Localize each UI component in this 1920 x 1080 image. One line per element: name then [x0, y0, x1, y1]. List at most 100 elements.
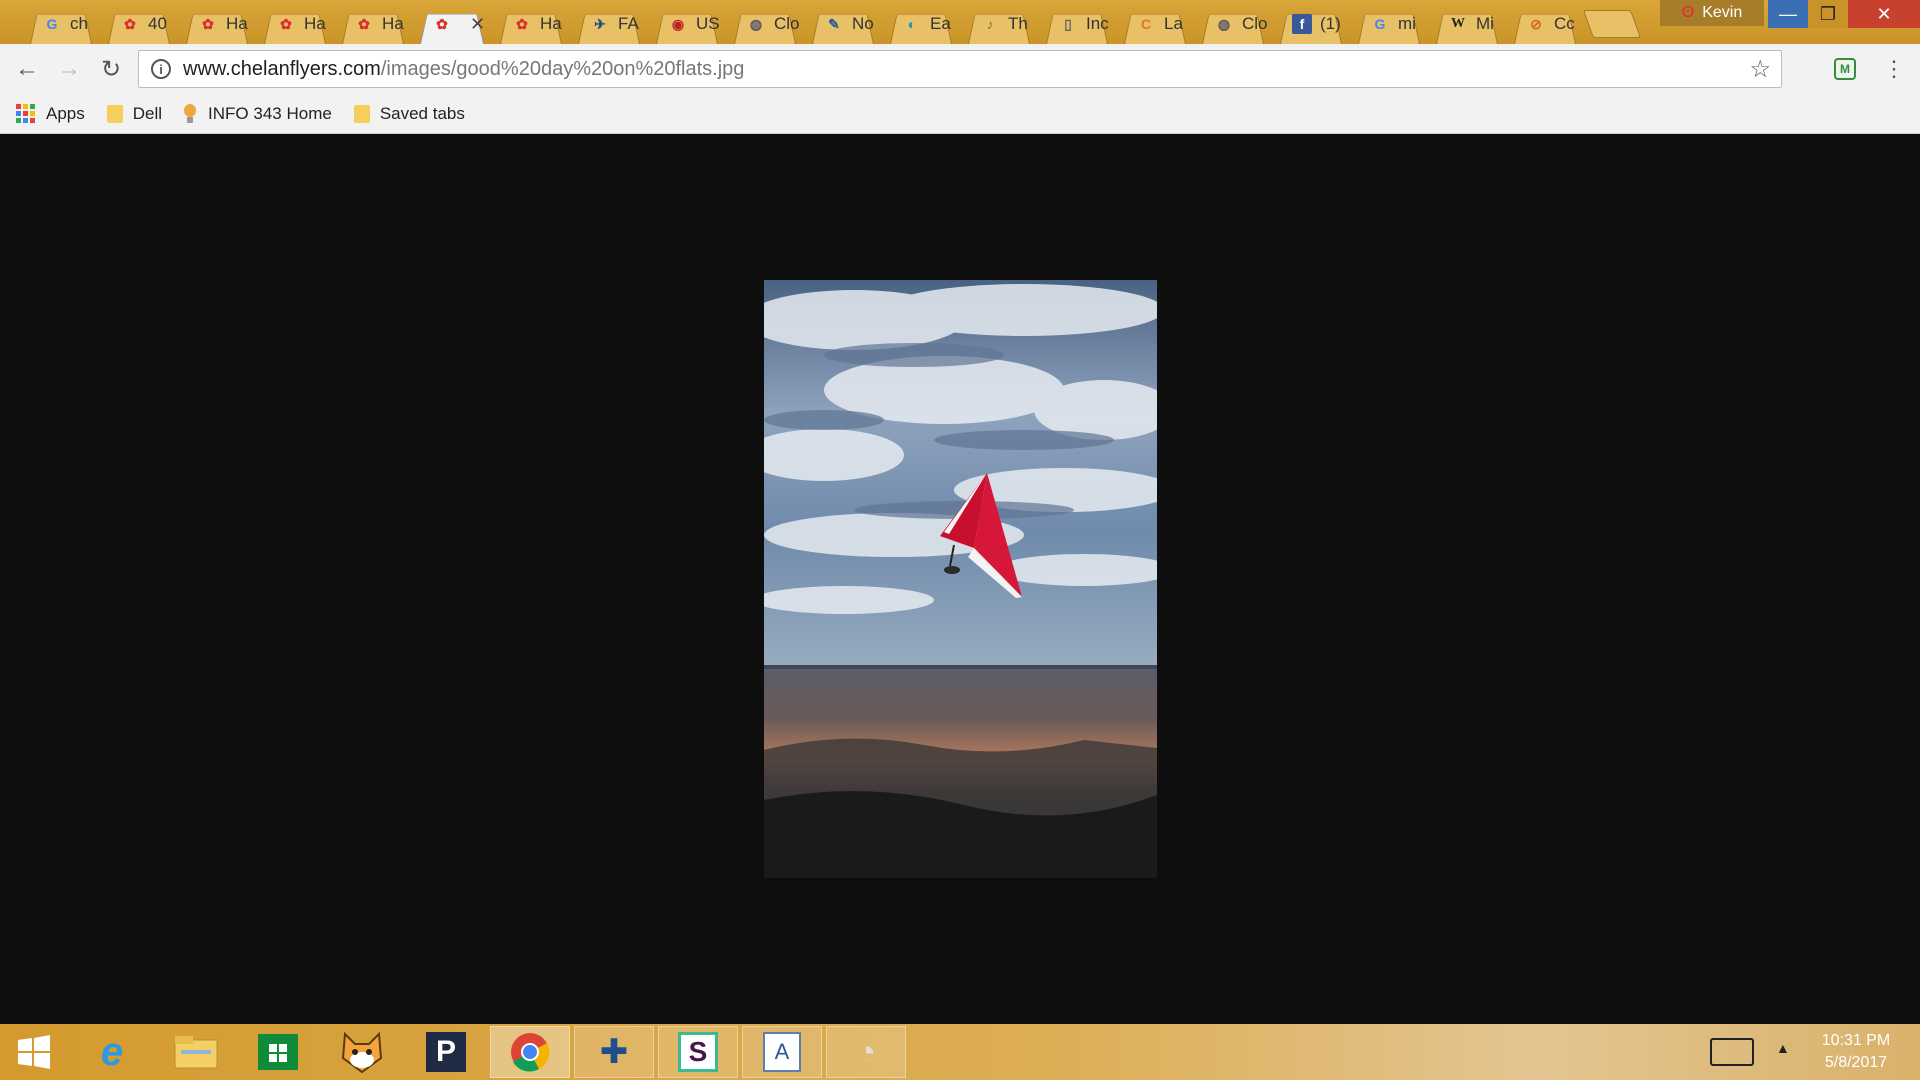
tab[interactable]: ⊘ Cc [1506, 4, 1584, 44]
tab[interactable]: ✿ Ha [256, 4, 334, 44]
tab[interactable]: ◐ Ea [882, 4, 960, 44]
tab-title: 40 [148, 14, 167, 33]
taskbar-slack[interactable]: S [658, 1026, 738, 1078]
tab[interactable]: ✿ Ha [334, 4, 412, 44]
bookmark-star-icon[interactable]: ☆ [1749, 55, 1771, 84]
taskbar-scratch[interactable] [322, 1026, 402, 1078]
pandora-icon: P [426, 1032, 466, 1072]
tab-active[interactable]: ✿ ✕ [412, 4, 492, 44]
leaf-icon: ⊘ [1530, 15, 1542, 32]
browser-window: G ch ✿ 40 ✿ Ha ✿ Ha ✿ Ha ✿ ✕ ✿ Ha ✈ FA ◉… [0, 0, 1920, 1080]
taskbar-ie[interactable]: e [72, 1026, 152, 1078]
tab-title: Ha [226, 14, 248, 33]
bookmark-dell[interactable]: Dell [106, 104, 162, 124]
tab[interactable]: ✈ FA [570, 4, 648, 44]
show-hidden-icons-icon[interactable]: ▲ [1776, 1040, 1790, 1056]
wikipedia-icon: W [1451, 16, 1465, 31]
google-icon: G [1374, 16, 1386, 32]
c-letter-icon: C [1140, 16, 1152, 32]
taskbar-tableau[interactable]: ✚ [574, 1026, 654, 1078]
system-clock[interactable]: 10:31 PM 5/8/2017 [1800, 1030, 1912, 1074]
tab[interactable]: ♪ Th [960, 4, 1038, 44]
back-button[interactable]: ← [12, 54, 42, 84]
globe-icon: ◍ [749, 15, 763, 32]
tab[interactable]: ◍ Clo [1194, 4, 1272, 44]
flower-icon: ✿ [280, 15, 292, 32]
toolbar: ← → ↻ i www.chelanflyers.com/images/good… [0, 44, 1920, 94]
tab-title: Ha [382, 14, 404, 33]
url-text[interactable]: www.chelanflyers.com/images/good%20day%2… [183, 58, 1749, 81]
profile-name: Kevin [1702, 4, 1743, 21]
close-window-button[interactable]: ✕ [1848, 0, 1920, 28]
url-path: /images/good%20day%20on%20flats.jpg [380, 57, 745, 80]
tab[interactable]: ▯ Inc [1038, 4, 1116, 44]
bookmark-apps[interactable]: Apps [16, 103, 85, 124]
tab-title: Ha [304, 14, 326, 33]
tab[interactable]: ✿ Ha [492, 4, 570, 44]
flower-icon: ✿ [358, 15, 370, 32]
facebook-icon: f [1292, 14, 1312, 34]
forward-button[interactable]: → [54, 54, 84, 84]
tab[interactable]: G mi [1350, 4, 1428, 44]
keyboard-icon[interactable] [1710, 1038, 1754, 1066]
new-tab-button[interactable] [1582, 10, 1642, 38]
tab-title: US [696, 14, 720, 33]
menu-icon[interactable]: ⋮ [1882, 54, 1906, 84]
flower-icon: ✿ [436, 15, 448, 32]
tab[interactable]: ✿ 40 [100, 4, 178, 44]
info-icon[interactable]: i [151, 59, 171, 79]
maximize-button[interactable]: ❐ [1808, 0, 1848, 28]
taskbar-store[interactable] [238, 1026, 318, 1078]
tab[interactable]: ◍ Clo [726, 4, 804, 44]
bookmark-saved-tabs[interactable]: Saved tabs [353, 104, 465, 124]
taskbar-paint[interactable]: ◔ [826, 1026, 906, 1078]
folder-icon [353, 104, 370, 123]
tab-title: Inc [1086, 14, 1109, 33]
tab[interactable]: ◉ US [648, 4, 726, 44]
clock-date: 5/8/2017 [1824, 1054, 1888, 1071]
apps-grid-icon [16, 103, 36, 124]
globe-icon: ◍ [1217, 15, 1231, 32]
bookmark-info-343[interactable]: INFO 343 Home [184, 103, 332, 124]
bookmarks-bar: Apps Dell INFO 343 Home Saved tabs [0, 94, 1920, 134]
windows-logo-icon [18, 1035, 50, 1069]
taskbar-pandora[interactable]: P [406, 1026, 486, 1078]
image-viewer [0, 134, 1920, 1024]
bookmark-label: INFO 343 Home [208, 103, 332, 123]
reload-button[interactable]: ↻ [96, 54, 126, 84]
taskbar-wordpad[interactable]: A [742, 1026, 822, 1078]
google-icon: G [46, 16, 58, 32]
pencil-icon: ✎ [828, 15, 840, 32]
tab[interactable]: ✿ Ha [178, 4, 256, 44]
ie-icon: e [100, 1029, 124, 1074]
scratch-cat-icon [341, 1031, 383, 1074]
tableau-icon: ✚ [599, 1033, 629, 1071]
tab-close-icon[interactable]: ✕ [470, 14, 485, 35]
tab-title: Mi [1476, 14, 1494, 33]
tab[interactable]: f (1) [1272, 4, 1350, 44]
taskbar-chrome[interactable] [490, 1026, 570, 1078]
tab[interactable]: C La [1116, 4, 1194, 44]
tab-title: Clo [1242, 14, 1268, 33]
feather-icon: ♪ [986, 16, 994, 32]
address-bar[interactable]: i www.chelanflyers.com/images/good%20day… [138, 50, 1782, 88]
bookmark-label: Apps [46, 103, 85, 123]
tab[interactable]: ✎ No [804, 4, 882, 44]
url-host: www.chelanflyers.com [183, 57, 381, 80]
tab-title: No [852, 14, 874, 33]
folder-icon [106, 104, 123, 123]
start-button[interactable] [0, 1026, 68, 1078]
store-icon [258, 1034, 298, 1070]
document-icon: ▯ [1064, 15, 1072, 32]
tab-title: Th [1008, 14, 1028, 33]
minimize-button[interactable]: — [1768, 0, 1808, 28]
chrome-icon [511, 1033, 550, 1072]
tab[interactable]: G ch [22, 4, 100, 44]
tab-title: Ha [540, 14, 562, 33]
taskbar: e P ✚ S A ◔ ▲ 10:31 PM 5/8/2017 [0, 1024, 1920, 1080]
profile-button[interactable]: ʘ Kevin [1660, 0, 1764, 26]
extension-icon[interactable]: M [1834, 58, 1856, 80]
hang-glider-photo [764, 280, 1157, 878]
tab[interactable]: W Mi [1428, 4, 1506, 44]
taskbar-file-explorer[interactable] [156, 1026, 236, 1078]
